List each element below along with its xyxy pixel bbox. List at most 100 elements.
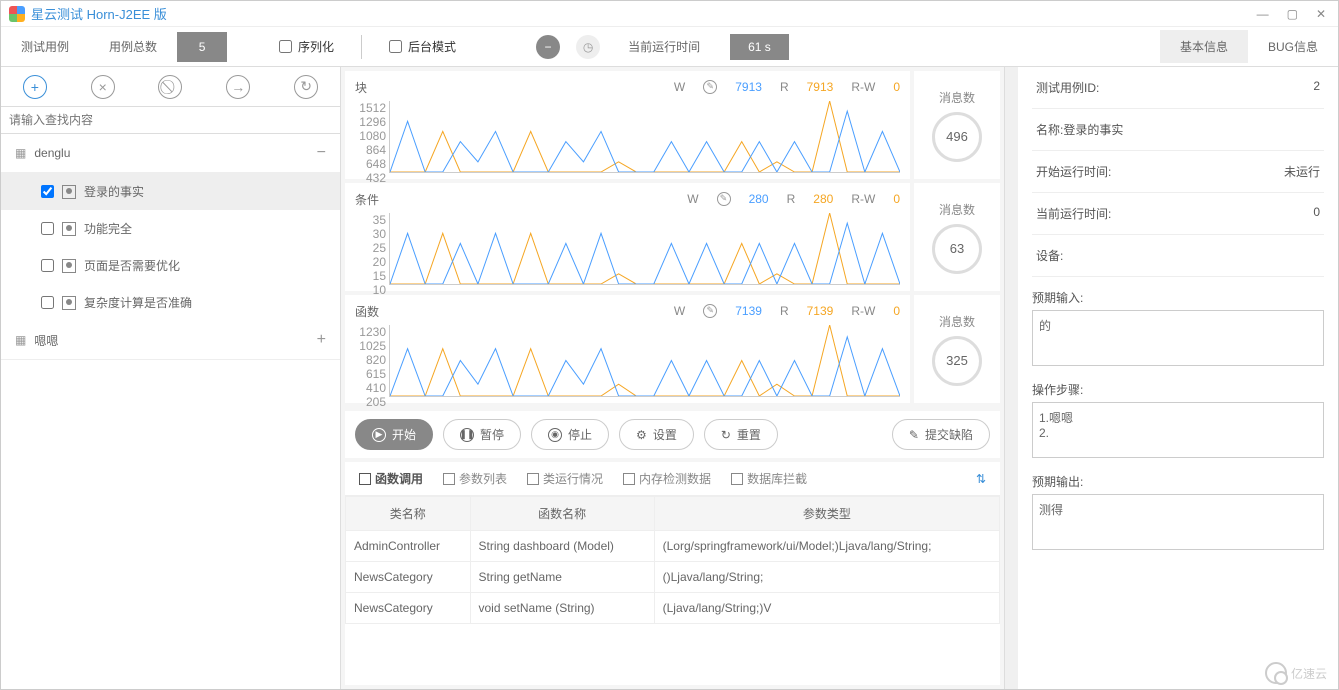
tree-item-3[interactable]: 复杂度计算是否准确 (1, 284, 340, 321)
table-row[interactable]: NewsCategoryvoid setName (String)(Ljava/… (346, 593, 1000, 624)
pencil-icon[interactable]: ✎ (717, 192, 731, 206)
info-current-label: 当前运行时间: (1036, 205, 1111, 222)
forward-icon[interactable]: → (226, 75, 250, 99)
col-func: 函数名称 (470, 497, 654, 531)
info-id-label: 测试用例ID: (1036, 79, 1099, 96)
start-button[interactable]: ▶开始 (355, 419, 433, 450)
search-input[interactable] (1, 107, 340, 134)
play-icon: ▶ (372, 428, 386, 442)
clock-icon[interactable]: ◷ (576, 35, 600, 59)
settings-button[interactable]: ⚙设置 (619, 419, 694, 450)
pencil-icon[interactable]: ✎ (703, 80, 717, 94)
runtime-value: 61 s (730, 34, 789, 60)
serialize-checkbox[interactable]: 序列化 (279, 38, 334, 55)
collapse-icon[interactable]: − (317, 144, 326, 162)
delete-icon[interactable]: × (91, 75, 115, 99)
tab-db-intercept[interactable]: 数据库拦截 (731, 470, 807, 487)
chart-name: 条件 (355, 191, 395, 208)
metric-w-label: W (687, 192, 698, 206)
watermark: 亿速云 (1265, 662, 1327, 684)
vertical-scrollbar[interactable] (1004, 67, 1018, 689)
tree-item-checkbox[interactable] (41, 296, 54, 309)
pause-button[interactable]: ❚❚暂停 (443, 419, 521, 450)
sidebar: + × ⃠ → ↻ ▦ denglu − 登录的事实 功能完全 页面是否需要优化… (1, 67, 341, 689)
metric-rw-value: 0 (893, 192, 900, 206)
tab-func-call[interactable]: 函数调用 (359, 470, 423, 487)
separator (361, 35, 362, 59)
col-param: 参数类型 (654, 497, 999, 531)
tree-item-checkbox[interactable] (41, 222, 54, 235)
test-case-label: 测试用例 (1, 38, 89, 55)
tree-item-0[interactable]: 登录的事实 (1, 173, 340, 210)
metric-r-label: R (787, 192, 796, 206)
close-button[interactable]: ✕ (1312, 5, 1330, 23)
submit-defect-button[interactable]: ✎提交缺陷 (892, 419, 990, 450)
tab-param-list[interactable]: 参数列表 (443, 470, 507, 487)
steps-label: 操作步骤: (1032, 381, 1324, 398)
grid-icon: ▦ (15, 146, 26, 160)
tree-group-denglu[interactable]: ▦ denglu − (1, 134, 340, 173)
minus-icon[interactable]: − (536, 35, 560, 59)
metric-rw-label: R-W (851, 304, 875, 318)
app-title: 星云测试 Horn-J2EE 版 (31, 4, 167, 23)
titlebar: 星云测试 Horn-J2EE 版 — ▢ ✕ (1, 1, 1338, 27)
metric-rw-value: 0 (893, 304, 900, 318)
tree-item-label: 功能完全 (84, 220, 132, 237)
total-label: 用例总数 (89, 38, 177, 55)
chart-card-0: 块 W ✎ 7913 R 7913 R-W 0 1512129610808646… (345, 71, 910, 179)
toolbar: 测试用例 用例总数 5 序列化 后台模式 − ◷ 当前运行时间 61 s 基本信… (1, 27, 1338, 67)
edit-icon[interactable]: ⃠ (158, 75, 182, 99)
message-count-value: 496 (932, 112, 982, 162)
tree-item-1[interactable]: 功能完全 (1, 210, 340, 247)
stop-icon: ◉ (548, 428, 562, 442)
expected-input-field[interactable] (1032, 310, 1324, 366)
maximize-button[interactable]: ▢ (1283, 5, 1302, 23)
info-panel: 测试用例ID:2 名称:登录的事实 开始运行时间:未运行 当前运行时间:0 设备… (1018, 67, 1338, 689)
tree-item-2[interactable]: 页面是否需要优化 (1, 247, 340, 284)
target-icon (62, 259, 76, 273)
info-start-label: 开始运行时间: (1036, 163, 1111, 180)
pencil-icon[interactable]: ✎ (703, 304, 717, 318)
message-count-value: 325 (932, 336, 982, 386)
info-id-value: 2 (1313, 79, 1320, 96)
metric-r-value: 280 (813, 192, 833, 206)
background-checkbox[interactable]: 后台模式 (389, 38, 456, 55)
metric-r-label: R (780, 304, 789, 318)
add-icon[interactable]: + (23, 75, 47, 99)
tree-group-enen[interactable]: ▦ 嗯嗯 + (1, 321, 340, 360)
tree-item-checkbox[interactable] (41, 259, 54, 272)
y-axis-ticks: 12301025820615410205 (355, 325, 389, 397)
metric-r-label: R (780, 80, 789, 94)
metric-w-value: 7913 (735, 80, 762, 94)
tree-item-label: 复杂度计算是否准确 (84, 294, 192, 311)
total-count: 5 (177, 32, 227, 62)
runtime-label: 当前运行时间 (608, 38, 720, 55)
table-row[interactable]: AdminControllerString dashboard (Model)(… (346, 531, 1000, 562)
table-row[interactable]: NewsCategoryString getName()Ljava/lang/S… (346, 562, 1000, 593)
target-icon (62, 222, 76, 236)
tab-icon (623, 473, 635, 485)
plot-area (389, 213, 900, 285)
tab-basic-info[interactable]: 基本信息 (1160, 30, 1248, 63)
expand-icon[interactable]: + (317, 331, 326, 349)
tab-class-runtime[interactable]: 类运行情况 (527, 470, 603, 487)
sync-icon[interactable]: ⇅ (976, 472, 986, 486)
stop-button[interactable]: ◉停止 (531, 419, 609, 450)
tab-bug-info[interactable]: BUG信息 (1248, 30, 1338, 63)
steps-field[interactable] (1032, 402, 1324, 458)
metric-w-label: W (674, 304, 685, 318)
metric-rw-value: 0 (893, 80, 900, 94)
info-device-label: 设备: (1036, 247, 1063, 264)
info-start-value: 未运行 (1284, 163, 1320, 180)
grid-icon: ▦ (15, 333, 26, 347)
refresh-icon[interactable]: ↻ (294, 75, 318, 99)
tree-item-checkbox[interactable] (41, 185, 54, 198)
chart-name: 块 (355, 79, 395, 96)
plot-area (389, 325, 900, 397)
reset-button[interactable]: ↻重置 (704, 419, 778, 450)
message-count-card: 消息数 496 (914, 71, 1000, 179)
minimize-button[interactable]: — (1253, 5, 1273, 23)
gear-icon: ⚙ (636, 428, 647, 442)
expected-output-field[interactable] (1032, 494, 1324, 550)
tab-memory[interactable]: 内存检测数据 (623, 470, 711, 487)
